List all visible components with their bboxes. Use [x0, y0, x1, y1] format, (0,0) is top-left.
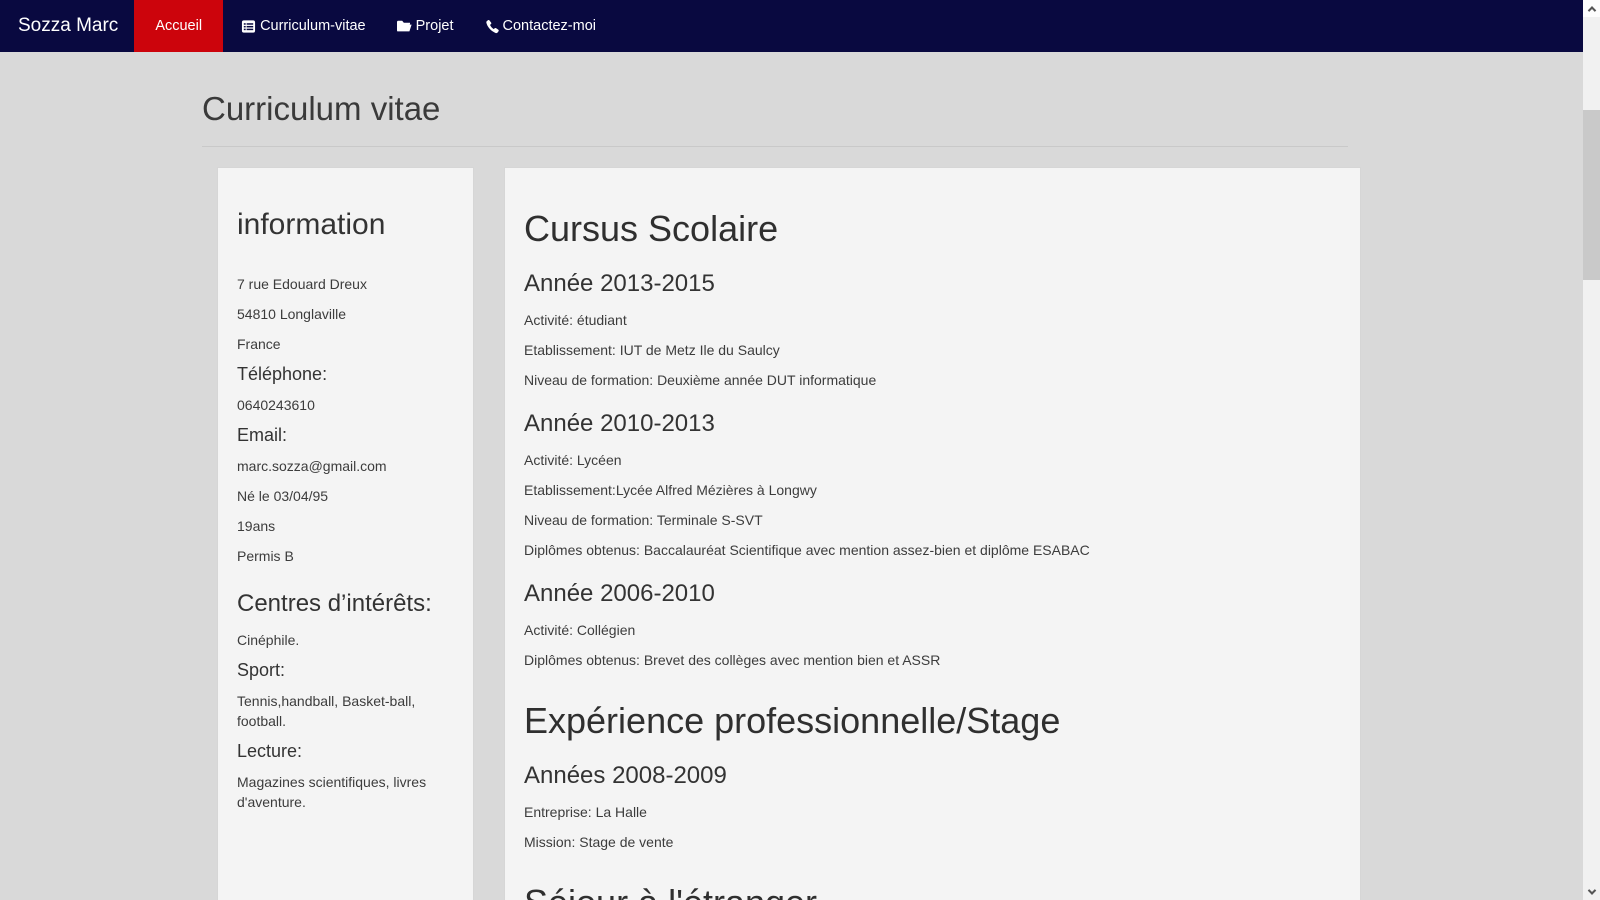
chevron-up-icon: [1587, 6, 1595, 14]
email-value: marc.sozza@gmail.com: [237, 456, 454, 476]
nav-item-projet[interactable]: Projet: [381, 0, 469, 52]
folder-open-icon: [396, 19, 412, 33]
nav-item-label: Accueil: [155, 18, 202, 34]
page-header: Curriculum vitae: [0, 52, 1600, 147]
page-title: Curriculum vitae: [202, 90, 1348, 147]
address-line: 54810 Longlaville: [237, 304, 454, 324]
phone-value: 0640243610: [237, 395, 454, 415]
chevron-down-icon: [1587, 886, 1595, 894]
nav-item-contactez-moi[interactable]: Contactez-moi: [469, 0, 611, 52]
entry-line: Niveau de formation: Deuxième année DUT …: [524, 370, 1341, 390]
age-line: 19ans: [237, 516, 454, 536]
scrollbar[interactable]: [1583, 0, 1600, 900]
nav-item-label: Curriculum-vitae: [260, 18, 366, 34]
address-line: France: [237, 334, 454, 354]
brand[interactable]: Sozza Marc: [18, 0, 118, 52]
nav-item-label: Contactez-moi: [503, 18, 596, 34]
nav-item-label: Projet: [416, 18, 454, 34]
entry-line: Etablissement:Lycée Alfred Mézières à Lo…: [524, 480, 1341, 500]
lecture-value: Magazines scientifiques, livres d'aventu…: [237, 772, 454, 812]
interests-intro: Cinéphile.: [237, 630, 454, 650]
sport-value: Tennis,handball, Basket-ball, football.: [237, 691, 454, 731]
section-title-cursus-scolaire: Cursus Scolaire: [524, 208, 1341, 250]
navbar: Sozza Marc Accueil Curriculum-vitae: [0, 0, 1600, 52]
scroll-down-button[interactable]: [1583, 883, 1600, 900]
entry-line: Mission: Stage de vente: [524, 832, 1341, 852]
info-heading: information: [237, 208, 454, 242]
nav-items: Accueil Curriculum-vitae: [134, 0, 611, 52]
email-label: Email:: [237, 425, 454, 446]
sport-label: Sport:: [237, 660, 454, 681]
section-title-sejour: Séjour à l'étranger: [524, 882, 1341, 900]
permit-line: Permis B: [237, 546, 454, 566]
section-title-experience: Expérience professionnelle/Stage: [524, 700, 1341, 742]
scrollbar-thumb[interactable]: [1583, 110, 1600, 280]
phone-label: Téléphone:: [237, 364, 454, 385]
lecture-label: Lecture:: [237, 741, 454, 762]
cv-card: Cursus Scolaire Année 2013-2015 Activité…: [504, 167, 1361, 900]
entry-line: Etablissement: IUT de Metz Ile du Saulcy: [524, 340, 1341, 360]
entry-title: Années 2008-2009: [524, 762, 1341, 790]
content-columns: information 7 rue Edouard Dreux 54810 Lo…: [217, 167, 1600, 900]
entry-title: Année 2013-2015: [524, 270, 1341, 298]
entry-line: Entreprise: La Halle: [524, 802, 1341, 822]
entry-line: Diplômes obtenus: Baccalauréat Scientifi…: [524, 540, 1341, 560]
interests-heading: Centres d’intérêts:: [237, 590, 454, 618]
entry-line: Niveau de formation: Terminale S-SVT: [524, 510, 1341, 530]
scroll-up-button[interactable]: [1583, 0, 1600, 17]
nav-item-accueil[interactable]: Accueil: [134, 0, 223, 52]
entry-title: Année 2010-2013: [524, 410, 1341, 438]
entry-title: Année 2006-2010: [524, 580, 1341, 608]
entry-line: Diplômes obtenus: Brevet des collèges av…: [524, 650, 1341, 670]
nav-item-curriculum-vitae[interactable]: Curriculum-vitae: [226, 0, 381, 52]
birth-line: Né le 03/04/95: [237, 486, 454, 506]
entry-line: Activité: étudiant: [524, 310, 1341, 330]
address-line: 7 rue Edouard Dreux: [237, 274, 454, 294]
entry-line: Activité: Collégien: [524, 620, 1341, 640]
phone-icon: [484, 19, 499, 34]
list-alt-icon: [241, 19, 256, 34]
entry-line: Activité: Lycéen: [524, 450, 1341, 470]
info-card: information 7 rue Edouard Dreux 54810 Lo…: [217, 167, 474, 900]
